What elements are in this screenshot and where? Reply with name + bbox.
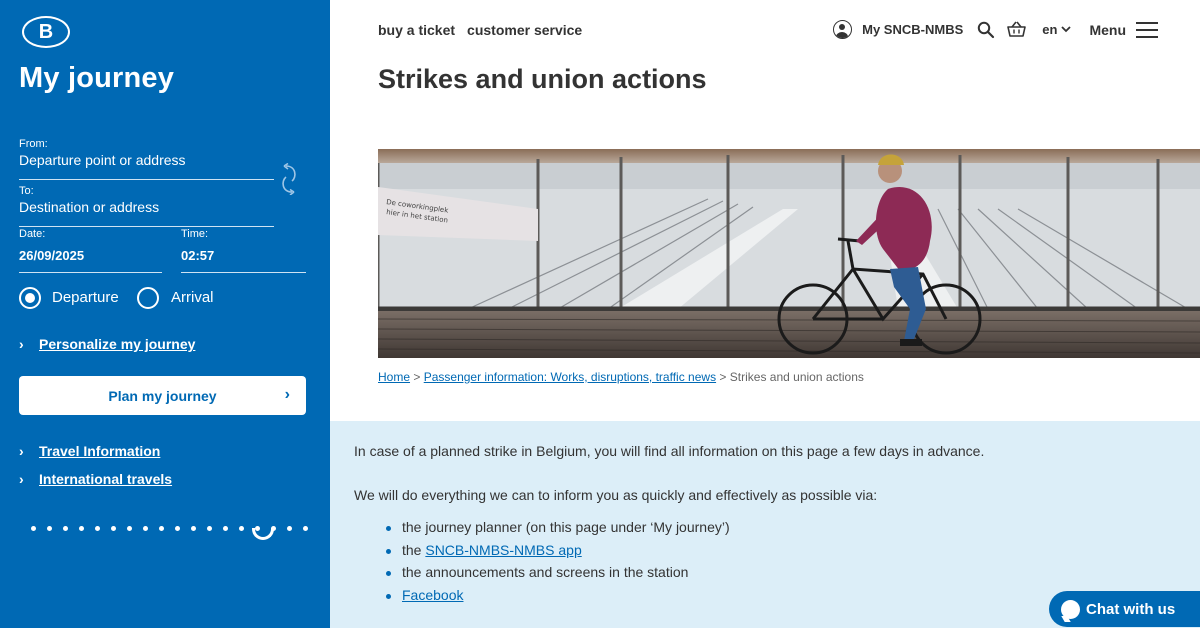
from-label: From:: [19, 138, 48, 150]
sncb-logo[interactable]: B: [22, 16, 70, 48]
list-item: Facebook: [386, 587, 730, 610]
from-underline: [19, 179, 274, 180]
international-travels-link[interactable]: › International travels: [19, 471, 172, 487]
breadcrumb-passenger-info-link[interactable]: Passenger information: Works, disruption…: [424, 370, 716, 384]
from-input[interactable]: Departure point or address: [19, 152, 186, 168]
arrival-radio-label[interactable]: Arrival: [171, 289, 214, 306]
station-photo: De coworkingplek hier in het station: [378, 149, 1200, 358]
hero-image-cyclist-station: De coworkingplek hier in het station: [378, 149, 1200, 358]
chat-bubble-icon: [1061, 599, 1080, 619]
personalize-journey-link[interactable]: › Personalize my journey: [19, 336, 195, 352]
time-input[interactable]: 02:57: [181, 248, 214, 263]
list-item: the announcements and screens in the sta…: [386, 564, 730, 587]
chevron-right-icon: ›: [19, 443, 24, 459]
date-label: Date:: [19, 228, 46, 240]
plan-journey-button[interactable]: Plan my journey ›: [19, 376, 306, 415]
top-nav-links: buy a ticket customer service: [378, 22, 582, 38]
language-selector[interactable]: en: [1042, 22, 1072, 37]
chevron-right-icon: ›: [19, 471, 24, 487]
user-icon[interactable]: [833, 20, 853, 39]
date-input[interactable]: 26/09/2025: [19, 248, 84, 263]
breadcrumb-home-link[interactable]: Home: [378, 370, 410, 384]
to-label: To:: [19, 185, 34, 197]
info-channel-list: the journey planner (on this page under …: [386, 519, 730, 609]
arrival-radio[interactable]: [137, 287, 159, 309]
info-lead-text: We will do everything we can to inform y…: [354, 487, 878, 503]
to-underline: [19, 226, 274, 227]
breadcrumb: Home > Passenger information: Works, dis…: [378, 370, 864, 384]
time-underline: [181, 272, 306, 273]
travel-information-link[interactable]: › Travel Information: [19, 443, 160, 459]
menu-button[interactable]: Menu: [1089, 21, 1158, 38]
sidebar-title: My journey: [19, 62, 175, 94]
top-nav-actions: My SNCB-NMBS en Menu: [833, 20, 1158, 39]
chevron-down-icon: [1061, 26, 1072, 33]
journey-planner-sidebar: B My journey From: Departure point or ad…: [0, 0, 330, 628]
basket-icon[interactable]: [1007, 21, 1027, 38]
breadcrumb-current: Strikes and union actions: [729, 370, 864, 384]
chevron-right-icon: ›: [19, 336, 24, 352]
time-label: Time:: [181, 228, 209, 240]
info-intro-text: In case of a planned strike in Belgium, …: [354, 443, 985, 459]
facebook-link[interactable]: Facebook: [402, 587, 463, 603]
hamburger-icon: [1136, 21, 1158, 38]
chat-with-us-button[interactable]: Chat with us: [1049, 591, 1200, 627]
departure-radio-label[interactable]: Departure: [52, 289, 119, 306]
chevron-right-icon: ›: [284, 386, 290, 403]
page-title: Strikes and union actions: [378, 64, 707, 94]
to-input[interactable]: Destination or address: [19, 199, 159, 215]
list-item: the journey planner (on this page under …: [386, 519, 730, 542]
list-item: the SNCB-NMBS-NMBS app: [386, 542, 730, 565]
customer-service-link[interactable]: customer service: [467, 22, 582, 38]
swap-direction-icon[interactable]: [278, 163, 300, 195]
departure-radio[interactable]: [19, 287, 41, 309]
buy-ticket-link[interactable]: buy a ticket: [378, 22, 455, 38]
search-icon[interactable]: [977, 21, 995, 39]
date-underline: [19, 272, 162, 273]
my-account-link[interactable]: My SNCB-NMBS: [862, 22, 963, 37]
sncb-app-link[interactable]: SNCB-NMBS-NMBS app: [425, 542, 581, 558]
